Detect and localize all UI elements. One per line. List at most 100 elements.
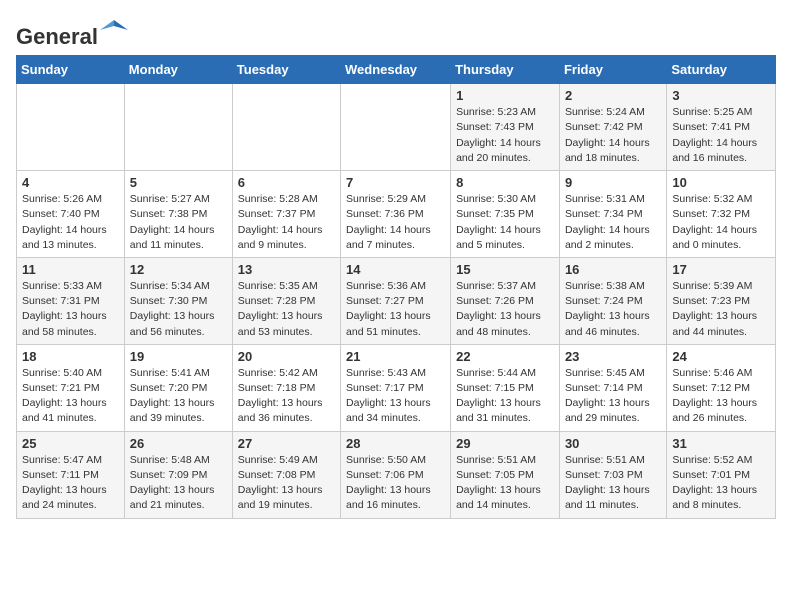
logo: General xyxy=(16,16,128,45)
day-info: Sunrise: 5:31 AMSunset: 7:34 PMDaylight:… xyxy=(565,192,661,253)
day-info: Sunrise: 5:32 AMSunset: 7:32 PMDaylight:… xyxy=(672,192,770,253)
day-info: Sunrise: 5:27 AMSunset: 7:38 PMDaylight:… xyxy=(130,192,227,253)
page-header: General xyxy=(16,16,776,45)
day-info: Sunrise: 5:34 AMSunset: 7:30 PMDaylight:… xyxy=(130,279,227,340)
day-info: Sunrise: 5:50 AMSunset: 7:06 PMDaylight:… xyxy=(346,453,445,514)
calendar-cell: 19 Sunrise: 5:41 AMSunset: 7:20 PMDayligh… xyxy=(124,344,232,431)
week-row-2: 4 Sunrise: 5:26 AMSunset: 7:40 PMDaylight… xyxy=(17,171,776,258)
day-info: Sunrise: 5:47 AMSunset: 7:11 PMDaylight:… xyxy=(22,453,119,514)
day-info: Sunrise: 5:52 AMSunset: 7:01 PMDaylight:… xyxy=(672,453,770,514)
logo-general: General xyxy=(16,24,98,49)
day-number: 22 xyxy=(456,349,554,364)
day-number: 30 xyxy=(565,436,661,451)
day-number: 23 xyxy=(565,349,661,364)
calendar-cell: 27 Sunrise: 5:49 AMSunset: 7:08 PMDayligh… xyxy=(232,431,340,518)
calendar-cell: 21 Sunrise: 5:43 AMSunset: 7:17 PMDayligh… xyxy=(341,344,451,431)
calendar-cell: 30 Sunrise: 5:51 AMSunset: 7:03 PMDayligh… xyxy=(559,431,666,518)
day-number: 12 xyxy=(130,262,227,277)
calendar-cell: 9 Sunrise: 5:31 AMSunset: 7:34 PMDaylight… xyxy=(559,171,666,258)
calendar-cell: 10Sunrise: 5:32 AMSunset: 7:32 PMDayligh… xyxy=(667,171,776,258)
column-header-monday: Monday xyxy=(124,56,232,84)
calendar-cell: 26 Sunrise: 5:48 AMSunset: 7:09 PMDayligh… xyxy=(124,431,232,518)
column-header-sunday: Sunday xyxy=(17,56,125,84)
calendar-cell: 25 Sunrise: 5:47 AMSunset: 7:11 PMDayligh… xyxy=(17,431,125,518)
day-info: Sunrise: 5:37 AMSunset: 7:26 PMDaylight:… xyxy=(456,279,554,340)
calendar-cell: 29Sunrise: 5:51 AMSunset: 7:05 PMDayligh… xyxy=(451,431,560,518)
calendar-cell: 13Sunrise: 5:35 AMSunset: 7:28 PMDayligh… xyxy=(232,257,340,344)
calendar-cell xyxy=(232,84,340,171)
day-number: 27 xyxy=(238,436,335,451)
week-row-1: 1Sunrise: 5:23 AMSunset: 7:43 PMDaylight… xyxy=(17,84,776,171)
day-info: Sunrise: 5:33 AMSunset: 7:31 PMDaylight:… xyxy=(22,279,119,340)
day-number: 15 xyxy=(456,262,554,277)
calendar-cell: 3Sunrise: 5:25 AMSunset: 7:41 PMDaylight… xyxy=(667,84,776,171)
day-info: Sunrise: 5:44 AMSunset: 7:15 PMDaylight:… xyxy=(456,366,554,427)
day-info: Sunrise: 5:30 AMSunset: 7:35 PMDaylight:… xyxy=(456,192,554,253)
day-info: Sunrise: 5:36 AMSunset: 7:27 PMDaylight:… xyxy=(346,279,445,340)
calendar-cell xyxy=(341,84,451,171)
column-header-friday: Friday xyxy=(559,56,666,84)
day-number: 5 xyxy=(130,175,227,190)
day-number: 17 xyxy=(672,262,770,277)
calendar-cell: 5 Sunrise: 5:27 AMSunset: 7:38 PMDaylight… xyxy=(124,171,232,258)
day-number: 19 xyxy=(130,349,227,364)
day-info: Sunrise: 5:39 AMSunset: 7:23 PMDaylight:… xyxy=(672,279,770,340)
day-number: 18 xyxy=(22,349,119,364)
column-header-thursday: Thursday xyxy=(451,56,560,84)
day-info: Sunrise: 5:41 AMSunset: 7:20 PMDaylight:… xyxy=(130,366,227,427)
day-number: 1 xyxy=(456,88,554,103)
day-info: Sunrise: 5:46 AMSunset: 7:12 PMDaylight:… xyxy=(672,366,770,427)
day-info: Sunrise: 5:40 AMSunset: 7:21 PMDaylight:… xyxy=(22,366,119,427)
day-info: Sunrise: 5:42 AMSunset: 7:18 PMDaylight:… xyxy=(238,366,335,427)
week-row-3: 11 Sunrise: 5:33 AMSunset: 7:31 PMDayligh… xyxy=(17,257,776,344)
day-info: Sunrise: 5:48 AMSunset: 7:09 PMDaylight:… xyxy=(130,453,227,514)
day-number: 2 xyxy=(565,88,661,103)
calendar-cell: 11 Sunrise: 5:33 AMSunset: 7:31 PMDayligh… xyxy=(17,257,125,344)
day-number: 21 xyxy=(346,349,445,364)
day-info: Sunrise: 5:45 AMSunset: 7:14 PMDaylight:… xyxy=(565,366,661,427)
calendar-cell: 24 Sunrise: 5:46 AMSunset: 7:12 PMDayligh… xyxy=(667,344,776,431)
calendar-cell: 20 Sunrise: 5:42 AMSunset: 7:18 PMDayligh… xyxy=(232,344,340,431)
calendar-cell xyxy=(124,84,232,171)
day-info: Sunrise: 5:29 AMSunset: 7:36 PMDaylight:… xyxy=(346,192,445,253)
calendar-cell: 8Sunrise: 5:30 AMSunset: 7:35 PMDaylight… xyxy=(451,171,560,258)
calendar-cell: 6 Sunrise: 5:28 AMSunset: 7:37 PMDaylight… xyxy=(232,171,340,258)
day-info: Sunrise: 5:49 AMSunset: 7:08 PMDaylight:… xyxy=(238,453,335,514)
calendar-cell: 31 Sunrise: 5:52 AMSunset: 7:01 PMDayligh… xyxy=(667,431,776,518)
day-number: 7 xyxy=(346,175,445,190)
day-number: 9 xyxy=(565,175,661,190)
day-number: 4 xyxy=(22,175,119,190)
calendar-cell: 17 Sunrise: 5:39 AMSunset: 7:23 PMDayligh… xyxy=(667,257,776,344)
day-number: 31 xyxy=(672,436,770,451)
calendar-cell: 12 Sunrise: 5:34 AMSunset: 7:30 PMDayligh… xyxy=(124,257,232,344)
day-number: 24 xyxy=(672,349,770,364)
calendar-table: SundayMondayTuesdayWednesdayThursdayFrid… xyxy=(16,55,776,518)
calendar-cell: 18 Sunrise: 5:40 AMSunset: 7:21 PMDayligh… xyxy=(17,344,125,431)
day-number: 26 xyxy=(130,436,227,451)
calendar-cell: 7 Sunrise: 5:29 AMSunset: 7:36 PMDaylight… xyxy=(341,171,451,258)
calendar-cell: 1Sunrise: 5:23 AMSunset: 7:43 PMDaylight… xyxy=(451,84,560,171)
calendar-cell: 16Sunrise: 5:38 AMSunset: 7:24 PMDayligh… xyxy=(559,257,666,344)
calendar-cell: 28 Sunrise: 5:50 AMSunset: 7:06 PMDayligh… xyxy=(341,431,451,518)
calendar-cell: 2 Sunrise: 5:24 AMSunset: 7:42 PMDaylight… xyxy=(559,84,666,171)
calendar-cell xyxy=(17,84,125,171)
day-number: 28 xyxy=(346,436,445,451)
day-number: 29 xyxy=(456,436,554,451)
day-info: Sunrise: 5:24 AMSunset: 7:42 PMDaylight:… xyxy=(565,105,661,166)
day-info: Sunrise: 5:28 AMSunset: 7:37 PMDaylight:… xyxy=(238,192,335,253)
week-row-4: 18 Sunrise: 5:40 AMSunset: 7:21 PMDayligh… xyxy=(17,344,776,431)
day-info: Sunrise: 5:51 AMSunset: 7:03 PMDaylight:… xyxy=(565,453,661,514)
header-row: SundayMondayTuesdayWednesdayThursdayFrid… xyxy=(17,56,776,84)
day-number: 20 xyxy=(238,349,335,364)
day-info: Sunrise: 5:26 AMSunset: 7:40 PMDaylight:… xyxy=(22,192,119,253)
day-number: 25 xyxy=(22,436,119,451)
day-number: 11 xyxy=(22,262,119,277)
calendar-cell: 22 Sunrise: 5:44 AMSunset: 7:15 PMDayligh… xyxy=(451,344,560,431)
logo-bird-icon xyxy=(100,16,128,44)
day-info: Sunrise: 5:43 AMSunset: 7:17 PMDaylight:… xyxy=(346,366,445,427)
logo-text: General xyxy=(16,16,128,45)
day-number: 6 xyxy=(238,175,335,190)
day-info: Sunrise: 5:25 AMSunset: 7:41 PMDaylight:… xyxy=(672,105,770,166)
calendar-cell: 4 Sunrise: 5:26 AMSunset: 7:40 PMDaylight… xyxy=(17,171,125,258)
day-info: Sunrise: 5:35 AMSunset: 7:28 PMDaylight:… xyxy=(238,279,335,340)
